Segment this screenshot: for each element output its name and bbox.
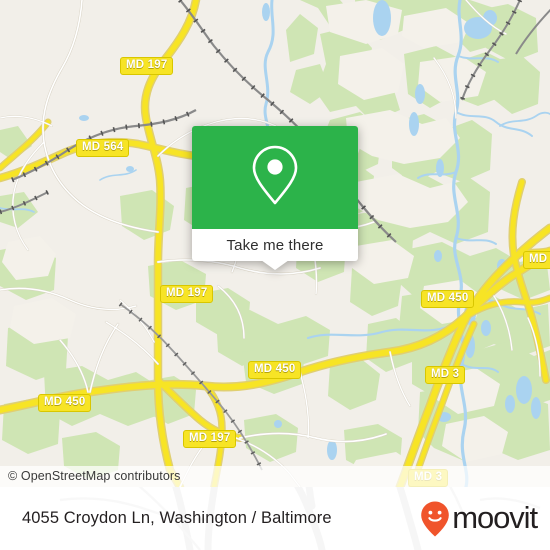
road-shield-md450-center: MD 450	[248, 361, 302, 379]
road-shield-md450-east: MD 450	[421, 290, 475, 308]
road-shield-md197-north: MD 197	[120, 57, 174, 75]
road-shield-md3-mid: MD 3	[425, 366, 466, 384]
map-pin-icon	[252, 145, 298, 205]
popup-header	[192, 126, 358, 229]
road-shield-md197-mid: MD 197	[160, 285, 214, 303]
moovit-logo[interactable]: moovit	[420, 487, 538, 550]
road-shield-md4-clipped: MD 4	[523, 251, 550, 269]
moovit-pin-icon	[421, 501, 450, 536]
take-me-there-label: Take me there	[226, 236, 324, 254]
location-popup-card[interactable]: Take me there	[192, 126, 358, 270]
map-attribution[interactable]: © OpenStreetMap contributors	[0, 466, 550, 487]
popup-pointer-tail	[261, 260, 289, 270]
map-screen: MD 197 MD 564 MD 197 MD 450 MD 4 MD 450 …	[0, 0, 550, 550]
road-shield-md450-west: MD 450	[38, 394, 92, 412]
moovit-wordmark: moovit	[452, 500, 538, 535]
footer-address: 4055 Croydon Ln, Washington / Baltimore	[22, 509, 332, 527]
footer-bar: 4055 Croydon Ln, Washington / Baltimore …	[0, 487, 550, 550]
popup-action-bar[interactable]: Take me there	[192, 229, 358, 261]
road-shield-md197-south: MD 197	[183, 430, 237, 448]
road-shield-md564: MD 564	[76, 139, 130, 157]
